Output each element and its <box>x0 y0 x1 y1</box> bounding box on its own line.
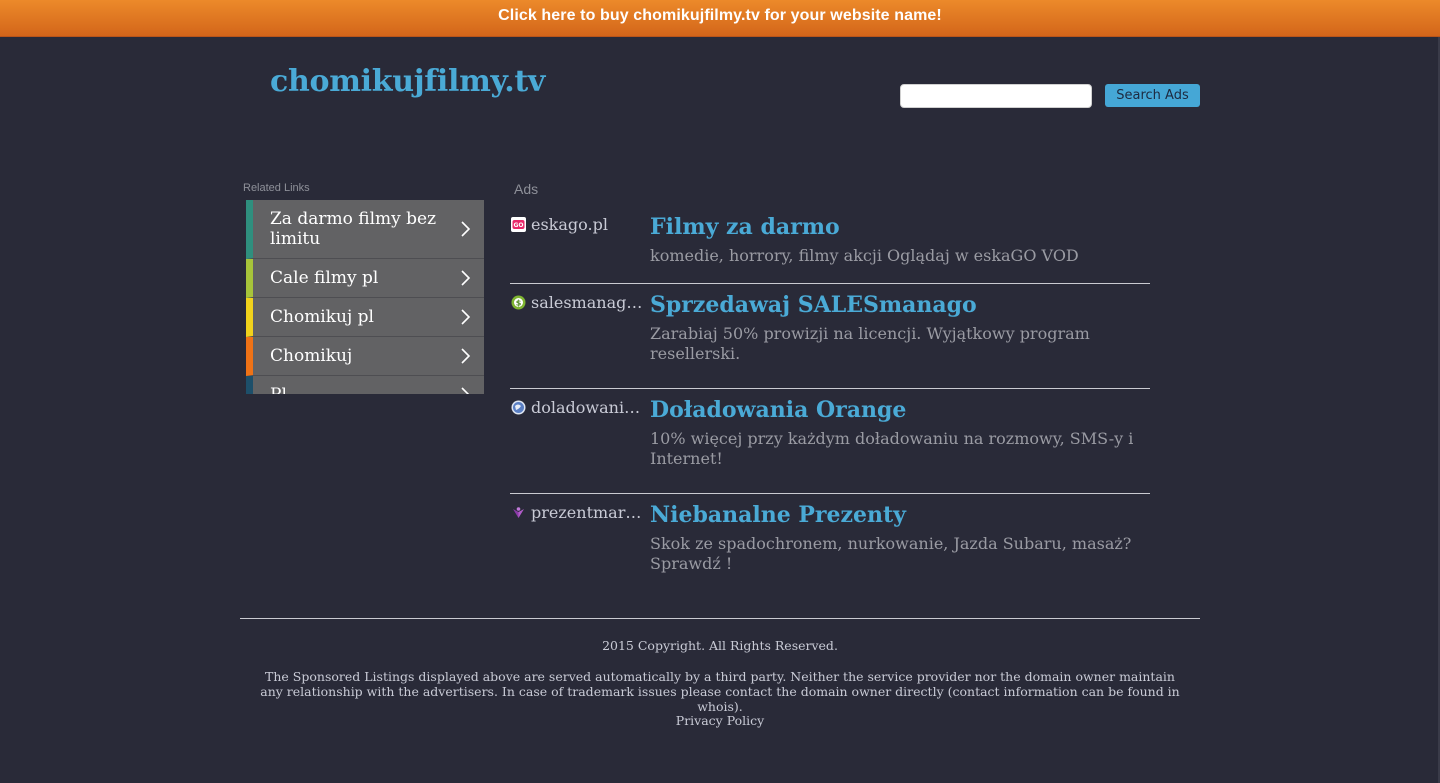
related-link-item[interactable]: Chomikuj pl <box>246 298 484 337</box>
chevron-right-icon <box>461 387 470 394</box>
ad-description: komedie, horrory, filmy akcji Oglądaj w … <box>650 246 1079 265</box>
site-title[interactable]: chomikujfilmy.tv <box>270 64 545 99</box>
buy-domain-link[interactable]: Click here to buy chomikujfilmy.tv for y… <box>498 7 942 25</box>
ad-title-link[interactable]: Doładowania Orange <box>650 397 906 423</box>
ad-title-link[interactable]: Sprzedawaj SALESmanago <box>650 292 977 318</box>
orange-globe-icon <box>511 400 526 415</box>
related-link-label: Pl <box>253 385 327 394</box>
ad-domain[interactable]: doladowania.orange.pl <box>531 398 643 417</box>
ad-domain[interactable]: prezentmarzen.com <box>531 503 643 522</box>
related-link-label: Chomikuj <box>270 346 353 366</box>
related-link-label: Chomikuj pl <box>270 307 374 327</box>
copyright-text: 2015 Copyright. All Rights Reserved. <box>602 638 838 653</box>
ads-list: GO eskago.pl Filmy za darmo komedie, hor… <box>510 206 1150 594</box>
related-link-item[interactable]: Chomikuj <box>246 337 484 376</box>
related-link-item[interactable]: Za darmo filmy bez limitu <box>246 200 484 259</box>
related-links-list: Za darmo filmy bez limitu Cale filmy pl … <box>246 200 484 394</box>
ad-title-link[interactable]: Filmy za darmo <box>650 214 840 240</box>
ad-description: Skok ze spadochronem, nurkowanie, Jazda … <box>650 534 1132 573</box>
prezentmarzen-icon <box>513 507 524 518</box>
svg-text:$: $ <box>516 299 522 308</box>
privacy-policy-link[interactable]: Privacy Policy <box>240 713 1200 728</box>
related-links-heading: Related Links <box>243 182 310 194</box>
search-ads-button[interactable]: Search Ads <box>1105 84 1200 107</box>
svg-text:GO: GO <box>513 222 523 229</box>
sponsored-listings-disclaimer: The Sponsored Listings displayed above a… <box>260 669 1180 714</box>
ad-domain[interactable]: eskago.pl <box>531 215 643 234</box>
chevron-right-icon <box>461 270 471 286</box>
ad-listing[interactable]: GO eskago.pl Filmy za darmo komedie, hor… <box>510 206 1150 284</box>
ad-listing[interactable]: doladowania.orange.pl Doładowania Orange… <box>510 389 1150 494</box>
salesmanago-icon: $ <box>511 295 526 310</box>
chevron-right-icon <box>461 309 471 325</box>
chevron-right-icon <box>461 348 471 364</box>
related-link-item[interactable]: Cale filmy pl <box>246 259 484 298</box>
ad-listing[interactable]: prezentmarzen.com Niebanalne Prezenty Sk… <box>510 494 1150 594</box>
chevron-right-icon <box>461 221 471 237</box>
related-link-label: Cale filmy pl <box>270 268 379 288</box>
ads-heading: Ads <box>514 181 539 197</box>
ad-domain[interactable]: salesmanago.pl <box>531 293 643 312</box>
related-link-label: Za darmo filmy bez limitu <box>270 209 437 249</box>
search-input[interactable] <box>900 84 1092 108</box>
eskago-icon: GO <box>511 217 526 232</box>
footer-divider <box>240 618 1200 619</box>
ad-description: 10% więcej przy każdym doładowaniu na ro… <box>650 429 1134 468</box>
ad-title-link[interactable]: Niebanalne Prezenty <box>650 502 906 528</box>
ad-listing[interactable]: $ salesmanago.pl Sprzedawaj SALESmanago … <box>510 284 1150 389</box>
domain-sale-banner: Click here to buy chomikujfilmy.tv for y… <box>0 0 1440 37</box>
ad-description: Zarabiaj 50% prowizji na licencji. Wyjąt… <box>650 324 1090 363</box>
related-link-item[interactable]: Pl <box>246 376 484 394</box>
